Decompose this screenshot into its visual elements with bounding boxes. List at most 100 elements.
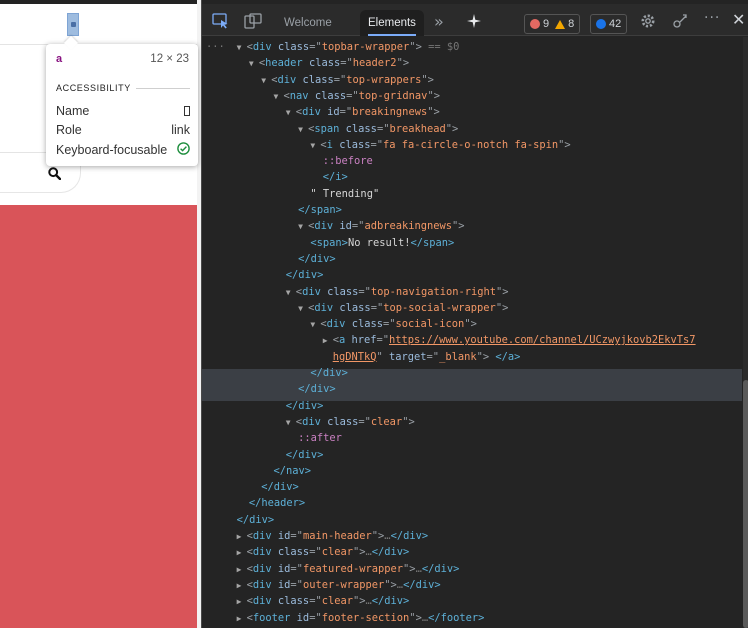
- expand-arrow-icon[interactable]: ▶: [237, 594, 247, 610]
- more-options-icon[interactable]: ···: [704, 10, 722, 26]
- closing-tag: </div>: [236, 513, 275, 526]
- dom-node-line[interactable]: ▼ <div class="top-social-wrapper">: [202, 300, 742, 316]
- expand-arrow-icon[interactable]: ▶: [323, 333, 333, 349]
- dom-node-line[interactable]: <span>No result!</span>: [202, 235, 742, 251]
- device-toolbar-icon[interactable]: [244, 13, 262, 29]
- expand-arrow-icon[interactable]: ▶: [237, 545, 247, 561]
- tag-name: div: [252, 546, 272, 559]
- collapse-arrow-icon[interactable]: ▼: [286, 415, 296, 431]
- dom-node-line[interactable]: " Trending": [202, 186, 742, 202]
- dom-node-line[interactable]: ::before: [202, 153, 742, 169]
- dom-tree[interactable]: ··· ▼ <div class="topbar-wrapper"> == $0 ▼ <…: [202, 37, 742, 628]
- tab-elements[interactable]: Elements: [360, 10, 424, 36]
- text-node: " Trending": [310, 187, 380, 200]
- collapse-arrow-icon[interactable]: ▼: [310, 317, 320, 333]
- closing-tag: </span>: [298, 204, 342, 216]
- close-icon[interactable]: ✕: [732, 10, 748, 29]
- dom-node-line[interactable]: ▼ <div id="adbreakingnews">: [202, 218, 742, 234]
- dom-node-line[interactable]: </div>: [202, 512, 742, 528]
- link-url[interactable]: https://www.youtube.com/channel/UCzwyjko…: [389, 334, 696, 346]
- closing-tag: </footer>: [428, 611, 485, 624]
- dom-node-line[interactable]: </span>: [202, 202, 742, 218]
- attr-name: class: [314, 89, 347, 102]
- tag-name: div: [252, 595, 272, 608]
- dom-node-line[interactable]: ··· ▼ <div class="topbar-wrapper"> == $0: [202, 39, 742, 55]
- dom-node-line[interactable]: ▼ <div class="clear">: [202, 414, 742, 430]
- attr-name: class: [277, 595, 310, 608]
- attr-value: footer-section: [321, 611, 410, 624]
- youtube-icon[interactable]: [71, 22, 76, 27]
- issues-counter[interactable]: 9 8: [524, 14, 581, 34]
- tag-name: footer: [252, 611, 291, 624]
- dom-node-line[interactable]: ▶ <div id="outer-wrapper">…</div>: [202, 577, 742, 593]
- closing-tag: </div>: [298, 383, 336, 396]
- attr-value: clear: [321, 546, 353, 559]
- tab-welcome[interactable]: Welcome: [276, 10, 340, 36]
- collapse-arrow-icon[interactable]: ▼: [298, 301, 308, 317]
- expand-arrow-icon[interactable]: ▶: [237, 578, 247, 594]
- dom-node-line[interactable]: ▼ <header class="header2">: [202, 55, 742, 71]
- closing-tag: </div>: [371, 546, 410, 559]
- gear-icon[interactable]: [640, 13, 658, 29]
- dom-node-line[interactable]: </div>: [202, 398, 742, 414]
- tag-name: div: [252, 578, 272, 591]
- collapse-arrow-icon[interactable]: ▼: [249, 56, 259, 72]
- text-node: No result!: [347, 236, 411, 249]
- attr-name: class: [327, 285, 359, 298]
- collapse-arrow-icon[interactable]: ▼: [237, 40, 247, 56]
- collapse-arrow-icon[interactable]: ▼: [286, 105, 296, 121]
- attr-name: class: [308, 57, 341, 70]
- attr-name: class: [277, 546, 310, 559]
- dom-node-line[interactable]: ▶ <div class="clear">…</div>: [202, 593, 742, 609]
- opening-tag: <span>: [310, 236, 348, 249]
- expand-arrow-icon[interactable]: ▶: [237, 611, 247, 627]
- customize-icon[interactable]: [672, 13, 690, 29]
- dom-node-line[interactable]: ▼ <span class="breakhead">: [202, 121, 742, 137]
- devtools-tabbar: Welcome Elements » 9 8 42 ··· ✕: [202, 4, 748, 36]
- collapse-arrow-icon[interactable]: ▼: [261, 73, 271, 89]
- dom-node-line[interactable]: hgDNTkQ" target="_blank"> </a>: [202, 349, 742, 365]
- attr-value: top-social-wrapper: [383, 301, 496, 314]
- collapse-arrow-icon[interactable]: ▼: [286, 285, 296, 301]
- dom-node-line[interactable]: ▶ <footer id="footer-section">…</footer>: [202, 610, 742, 626]
- dom-node-line[interactable]: ::after: [202, 430, 742, 446]
- collapse-arrow-icon[interactable]: ▼: [298, 122, 308, 138]
- dom-node-line[interactable]: </div>: [202, 365, 742, 381]
- dom-node-line[interactable]: </div>: [202, 267, 742, 283]
- dom-node-line[interactable]: ▼ <div id="breakingnews">: [202, 104, 742, 120]
- dom-node-line[interactable]: ▶ <div id="featured-wrapper">…</div>: [202, 561, 742, 577]
- dom-node-line[interactable]: ▼ <div class="top-wrappers">: [202, 72, 742, 88]
- tooltip-row-value: link: [171, 123, 190, 137]
- dom-node-line[interactable]: ▼ <nav class="top-gridnav">: [202, 88, 742, 104]
- attr-value: featured-wrapper: [302, 562, 404, 575]
- dom-tree-scrollbar-thumb[interactable]: [743, 380, 748, 628]
- dom-node-line[interactable]: ▶ <a href="https://www.youtube.com/channe…: [202, 332, 742, 348]
- dom-node-line[interactable]: </div>: [202, 251, 742, 267]
- attr-value: breakhead: [389, 122, 446, 135]
- dom-node-line[interactable]: </div>: [202, 479, 742, 495]
- dom-node-line[interactable]: ▼ <div class="top-navigation-right">: [202, 284, 742, 300]
- expand-arrow-icon[interactable]: ▶: [237, 529, 247, 545]
- sparkle-icon[interactable]: [466, 13, 484, 29]
- dom-node-line[interactable]: ▼ <i class="fa fa-circle-o-notch fa-spin"…: [202, 137, 742, 153]
- inspect-element-icon[interactable]: [212, 13, 230, 29]
- tag-name: div: [302, 106, 321, 119]
- dom-node-line[interactable]: </div>: [202, 447, 742, 463]
- dom-node-line[interactable]: ▶ <div id="main-header">…</div>: [202, 528, 742, 544]
- dom-node-line[interactable]: </i>: [202, 169, 742, 185]
- dom-node-line[interactable]: ▼ <div class="social-icon">: [202, 316, 742, 332]
- collapse-arrow-icon[interactable]: ▼: [298, 219, 308, 235]
- dom-node-line[interactable]: ▶ <div class="clear">…</div>: [202, 544, 742, 560]
- info-counter[interactable]: 42: [590, 14, 628, 34]
- collapse-arrow-icon[interactable]: ▼: [274, 89, 284, 105]
- expand-arrow-icon[interactable]: ▶: [237, 562, 247, 578]
- link-url[interactable]: hgDNTkQ: [333, 351, 377, 363]
- devtools-panel: Welcome Elements » 9 8 42 ··· ✕ ··· ▼ <div…: [201, 0, 748, 628]
- more-tabs-icon[interactable]: »: [434, 12, 452, 31]
- dom-node-line[interactable]: </nav>: [202, 463, 742, 479]
- dom-node-line[interactable]: </div>: [202, 381, 742, 397]
- attr-value: top-wrappers: [346, 73, 422, 86]
- tooltip-tag-name: a: [56, 53, 63, 65]
- collapse-arrow-icon[interactable]: ▼: [310, 138, 320, 154]
- dom-node-line[interactable]: </header>: [202, 495, 742, 511]
